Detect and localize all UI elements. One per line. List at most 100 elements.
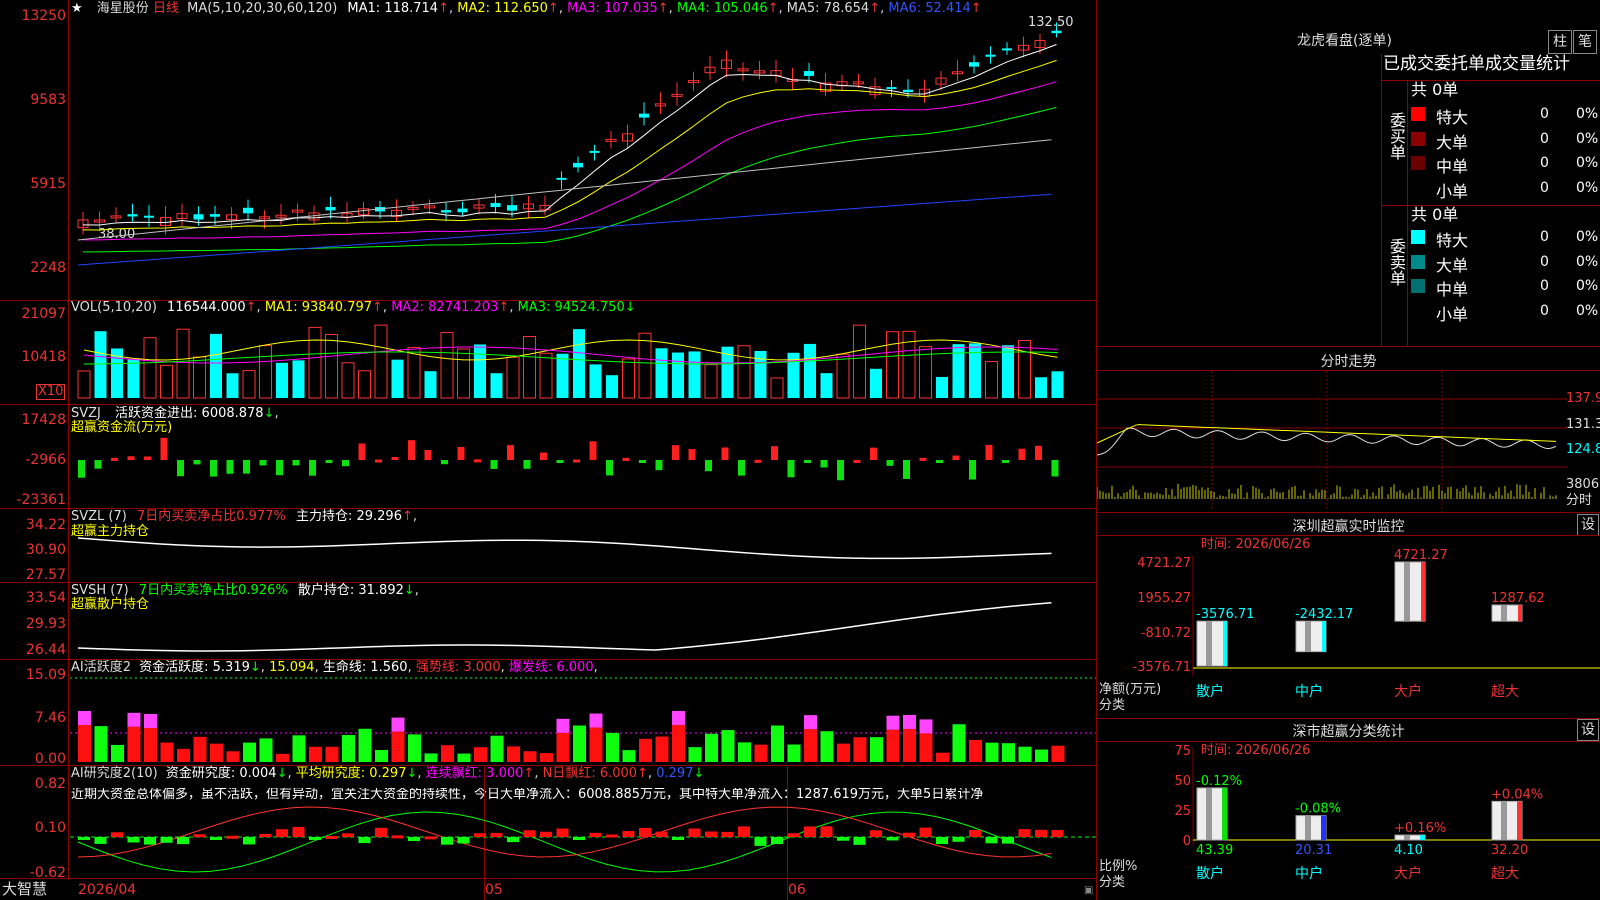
research-bar bbox=[672, 837, 684, 840]
candlestick bbox=[639, 114, 649, 118]
ai-active-bar bbox=[672, 711, 685, 725]
svzj-bar bbox=[557, 460, 564, 463]
kline-chart-area[interactable]: 13250 9583 5915 2248 21097 10418 X10 174… bbox=[0, 0, 1097, 900]
research-bar bbox=[854, 837, 866, 845]
svzj-bar bbox=[969, 460, 976, 479]
research-bar bbox=[837, 837, 849, 841]
svzj-bar bbox=[1019, 449, 1026, 460]
svzj-bar bbox=[804, 460, 811, 463]
ai-active-bar bbox=[375, 750, 388, 762]
research-bar bbox=[788, 833, 800, 837]
volume-bar bbox=[936, 377, 948, 398]
ai-active-bar bbox=[590, 728, 603, 762]
sz-monitor-title: 深圳超赢实时监控 bbox=[1097, 516, 1600, 536]
svzj-bar bbox=[936, 460, 943, 463]
volume-bar bbox=[639, 333, 651, 398]
sz-class-settings-button[interactable]: 设 bbox=[1577, 719, 1599, 741]
volume-bar bbox=[1002, 345, 1014, 398]
ai-active-bar bbox=[804, 715, 817, 729]
volume-bar bbox=[1019, 341, 1031, 398]
monitor-value-label: 1287.62 bbox=[1491, 591, 1545, 606]
ai-active-bar bbox=[111, 745, 124, 762]
stats-row: 大单 0 0% bbox=[1411, 128, 1600, 150]
ai-active-bar bbox=[194, 737, 207, 762]
ai-active-bar bbox=[309, 747, 322, 762]
stats-row-percent: 0% bbox=[1576, 106, 1598, 122]
volume-bar bbox=[441, 333, 453, 398]
stats-row-name: 小单 bbox=[1436, 178, 1468, 202]
stats-left-border bbox=[1381, 54, 1382, 346]
candlestick bbox=[969, 62, 979, 66]
volume-bar bbox=[986, 362, 998, 398]
volume-bar bbox=[392, 360, 404, 398]
svzj-bar bbox=[375, 460, 382, 463]
monitor-bar-edge bbox=[1518, 605, 1522, 621]
ai-active-bar bbox=[986, 743, 999, 762]
stats-row-percent: 0% bbox=[1576, 303, 1598, 319]
ai-active-bar bbox=[887, 730, 900, 762]
research-bar bbox=[606, 834, 618, 837]
research-bar bbox=[804, 826, 816, 837]
ai-active-bar bbox=[392, 732, 405, 762]
volume-bar bbox=[260, 346, 272, 398]
ai-active-bar bbox=[722, 730, 735, 762]
volume-bar bbox=[623, 359, 635, 398]
svzj-bar bbox=[293, 460, 300, 465]
class-axis-label: 50 bbox=[1174, 774, 1191, 789]
kline-canvas[interactable] bbox=[0, 0, 1097, 880]
svzj-bar bbox=[111, 458, 118, 461]
ai-active-bar bbox=[821, 731, 834, 762]
class-change-label: -0.12% bbox=[1196, 774, 1242, 789]
ai-active-bar bbox=[177, 749, 190, 762]
candlestick bbox=[210, 214, 220, 217]
ai-active-bar bbox=[408, 734, 421, 762]
candlestick bbox=[903, 90, 913, 92]
class-category-label: 超大 bbox=[1491, 866, 1519, 882]
color-swatch bbox=[1411, 107, 1425, 121]
pen-mode-button[interactable]: 笔 bbox=[1573, 30, 1597, 54]
research-bar bbox=[441, 837, 453, 845]
svzj-bar bbox=[920, 458, 927, 461]
class-value-label: 32.20 bbox=[1491, 843, 1528, 858]
ai-active-bar bbox=[606, 733, 619, 762]
stats-row-name: 特大 bbox=[1436, 104, 1468, 128]
svzj-bar bbox=[705, 460, 712, 471]
ai-active-bar bbox=[705, 734, 718, 762]
svzj-bar bbox=[78, 460, 85, 478]
lock-icon[interactable]: ▣ bbox=[1084, 884, 1093, 898]
ai-active-bar bbox=[78, 711, 91, 725]
class-bar-edge bbox=[1222, 788, 1227, 840]
research-bar bbox=[722, 832, 734, 837]
research-bar bbox=[1052, 830, 1064, 837]
svzj-bar bbox=[177, 460, 184, 476]
intraday-chart[interactable] bbox=[1097, 371, 1567, 511]
svzj-bar bbox=[144, 456, 151, 460]
svzj-bar bbox=[1052, 460, 1059, 476]
svzj-bar bbox=[474, 459, 481, 462]
monitor-axis-label: 4721.27 bbox=[1137, 556, 1191, 571]
date-axis-label: 05 bbox=[485, 883, 503, 897]
ai-active-bar bbox=[936, 753, 949, 762]
research-bar bbox=[359, 837, 371, 843]
volume-bar bbox=[458, 349, 470, 398]
volume-bar bbox=[804, 344, 816, 398]
research-bar bbox=[755, 837, 767, 846]
svzj-bar bbox=[771, 446, 778, 460]
sz-monitor-settings-button[interactable]: 设 bbox=[1577, 514, 1599, 536]
svzj-bar bbox=[408, 440, 415, 460]
ai-active-bar bbox=[1002, 743, 1015, 762]
monitor-axis-label: 1955.27 bbox=[1137, 591, 1191, 606]
candlestick bbox=[507, 205, 517, 210]
svzj-bar bbox=[738, 460, 745, 476]
monitor-bar-shade bbox=[1501, 605, 1507, 621]
svzj-bar bbox=[441, 460, 448, 464]
bar-mode-button[interactable]: 柱 bbox=[1548, 30, 1572, 54]
ma5-line bbox=[78, 140, 1052, 240]
ai-active-bar bbox=[590, 714, 603, 728]
svzj-bar bbox=[837, 460, 844, 480]
monitor-category-label: 中户 bbox=[1295, 683, 1323, 700]
ai-active-bar bbox=[837, 744, 850, 762]
research-bar bbox=[656, 832, 668, 837]
volume-bar bbox=[425, 371, 437, 398]
class-bar-edge bbox=[1517, 801, 1522, 840]
